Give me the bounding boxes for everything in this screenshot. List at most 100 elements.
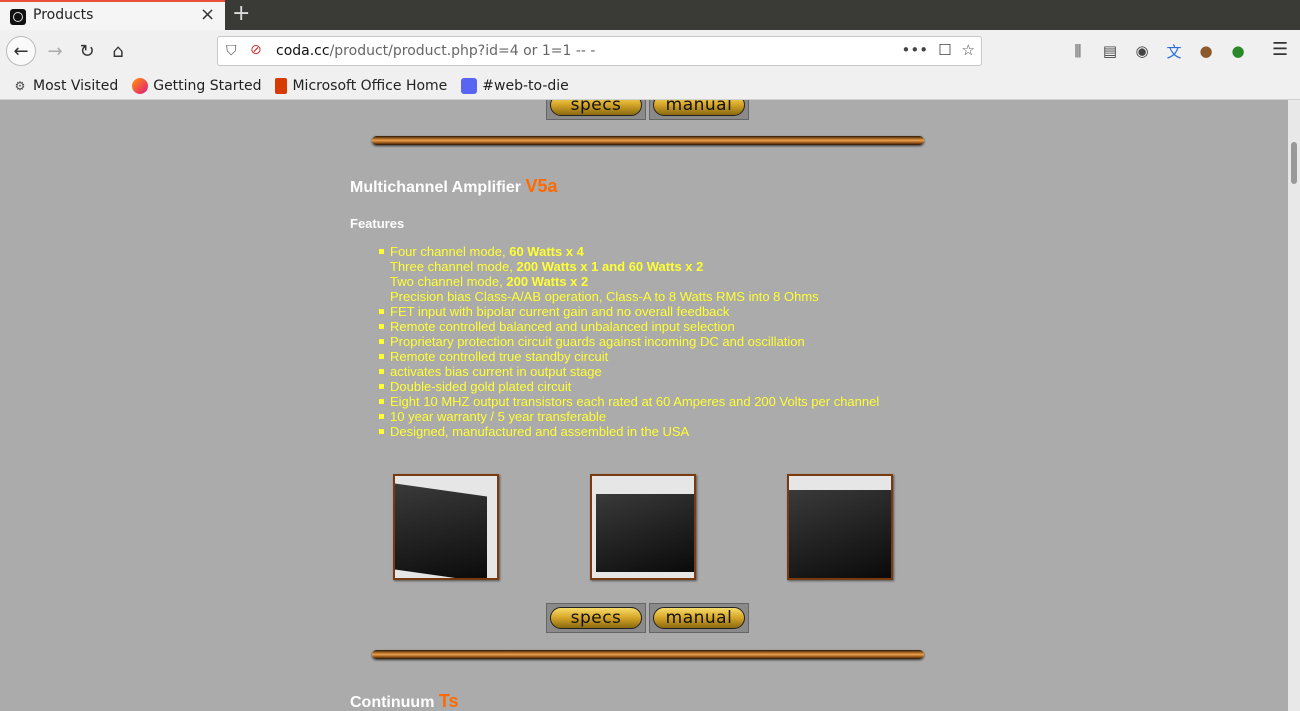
product-thumbnail-1[interactable] (393, 474, 499, 580)
specs-button[interactable]: specs (546, 603, 646, 633)
feature-text: Remote controlled balanced and unbalance… (390, 319, 735, 334)
sidebar-icon[interactable]: ▤ (1100, 41, 1120, 61)
specs-label: specs (550, 607, 642, 629)
tab-products[interactable]: Products × (0, 0, 225, 30)
arrow-left-icon: ← (13, 40, 29, 62)
reload-icon: ↻ (79, 40, 95, 62)
bookmark-web-to-die[interactable]: #web-to-die (461, 77, 569, 94)
url-host: coda.cc (276, 43, 330, 59)
pocket-icon[interactable]: ☐ (938, 41, 951, 59)
feature-text: Eight 10 MHZ output transistors each rat… (390, 394, 880, 409)
hamburger-menu-icon[interactable]: ☰ (1272, 39, 1288, 60)
amplifier-rear-image (596, 494, 694, 572)
bookmark-most-visited[interactable]: ⚙ Most Visited (12, 77, 119, 94)
scrollbar-thumb[interactable] (1291, 142, 1297, 184)
home-button[interactable]: ⌂ (103, 36, 133, 66)
feature-text: Designed, manufactured and assembled in … (390, 424, 690, 439)
shield-icon[interactable]: ⛉ (226, 43, 237, 59)
bookmarks-toolbar: ⚙ Most Visited Getting Started Microsoft… (0, 72, 1300, 100)
navigation-toolbar: ← → ↻ ⌂ ⛉ ⊘ coda.cc/product/product.php?… (0, 30, 1300, 72)
account-icon[interactable]: ◉ (1132, 41, 1152, 61)
url-actions: ••• ☐ ☆ (902, 41, 975, 59)
back-button[interactable]: ← (6, 36, 36, 66)
manual-label: manual (653, 100, 745, 116)
feature-text: Remote controlled true standby circuit (390, 349, 609, 364)
product-model: Ts (438, 691, 459, 711)
amplifier-front-image (789, 490, 891, 578)
cookie-icon[interactable]: ● (1196, 41, 1216, 61)
feature-text: Two channel mode, (390, 274, 507, 289)
product-thumbnail-2[interactable] (590, 474, 696, 580)
manual-button[interactable]: manual (649, 603, 749, 633)
bookmark-office-home[interactable]: Microsoft Office Home (275, 77, 448, 94)
bookmark-star-icon[interactable]: ☆ (962, 41, 975, 59)
tab-title: Products (33, 7, 94, 23)
feature-item: Two channel mode, 200 Watts x 2 (378, 274, 879, 289)
url-text[interactable]: coda.cc/product/product.php?id=4 or 1=1 … (276, 43, 595, 59)
feature-item: Precision bias Class-A/AB operation, Cla… (378, 289, 879, 304)
extension-shield-icon[interactable]: ● (1228, 41, 1248, 61)
feature-item: 10 year warranty / 5 year transferable (378, 409, 879, 424)
feature-item: FET input with bipolar current gain and … (378, 304, 879, 319)
features-heading: Features (350, 216, 405, 231)
feature-highlight: 200 Watts x 2 (506, 274, 589, 289)
new-tab-button[interactable]: + (232, 2, 250, 26)
divider-bar (372, 136, 924, 145)
product-name: Continuum (350, 694, 435, 711)
page-content: specs manual Multichannel Amplifier V5a … (0, 100, 1288, 711)
url-path: /product/product.php?id=4 or 1=1 -- - (329, 43, 596, 59)
feature-text: Four channel mode, (390, 244, 510, 259)
site-favicon-icon (10, 9, 26, 25)
arrow-right-icon: → (47, 40, 63, 62)
reload-button[interactable]: ↻ (72, 36, 102, 66)
feature-item: Three channel mode, 200 Watts x 1 and 60… (378, 259, 879, 274)
vertical-scrollbar[interactable] (1288, 100, 1300, 711)
insecure-lock-icon[interactable]: ⊘ (250, 42, 262, 58)
features-list: Four channel mode, 60 Watts x 4 Three cha… (378, 244, 879, 439)
forward-button[interactable]: → (40, 36, 70, 66)
tab-close-icon[interactable]: × (200, 6, 215, 24)
feature-text: Three channel mode, (390, 259, 517, 274)
manual-label: manual (653, 607, 745, 629)
feature-item: Four channel mode, 60 Watts x 4 (378, 244, 879, 259)
bookmark-label: Microsoft Office Home (292, 77, 448, 94)
feature-text: Double-sided gold plated circuit (390, 379, 572, 394)
feature-text: FET input with bipolar current gain and … (390, 304, 730, 319)
feature-item: activates bias current in output stage (378, 364, 879, 379)
office-icon (275, 77, 288, 94)
product-model: V5a (525, 176, 558, 196)
feature-text: 10 year warranty / 5 year transferable (390, 409, 607, 424)
page-actions-icon[interactable]: ••• (902, 41, 929, 59)
product-title-2: Continuum Ts (350, 691, 459, 711)
product-thumbnail-3[interactable] (787, 474, 893, 580)
bookmark-label: #web-to-die (482, 77, 569, 94)
feature-item: Remote controlled balanced and unbalance… (378, 319, 879, 334)
feature-item: Designed, manufactured and assembled in … (378, 424, 879, 439)
firefox-icon (132, 77, 149, 94)
product-name: Multichannel Amplifier (350, 179, 521, 196)
url-bar[interactable]: ⛉ ⊘ coda.cc/product/product.php?id=4 or … (217, 36, 982, 66)
feature-item: Double-sided gold plated circuit (378, 379, 879, 394)
feature-highlight: 200 Watts x 1 and 60 Watts x 2 (516, 259, 704, 274)
translate-icon[interactable]: 文 (1164, 41, 1184, 61)
bookmark-getting-started[interactable]: Getting Started (132, 77, 262, 94)
amplifier-image (395, 483, 487, 578)
home-icon: ⌂ (112, 40, 124, 62)
feature-item: Remote controlled true standby circuit (378, 349, 879, 364)
toolbar-extensions: ⫼ ▤ ◉ 文 ● ● (1068, 41, 1248, 61)
manual-button-top[interactable]: manual (649, 100, 749, 120)
feature-text: activates bias current in output stage (390, 364, 602, 379)
feature-highlight: 60 Watts x 4 (509, 244, 584, 259)
divider-bar (372, 650, 924, 659)
feature-item: Eight 10 MHZ output transistors each rat… (378, 394, 879, 409)
specs-button-top[interactable]: specs (546, 100, 646, 120)
bookmark-label: Getting Started (153, 77, 262, 94)
specs-label: specs (550, 100, 642, 116)
library-icon[interactable]: ⫼ (1068, 41, 1088, 61)
discord-icon (461, 77, 478, 94)
bookmark-label: Most Visited (33, 77, 119, 94)
tab-strip: Products × + (0, 0, 1300, 30)
gear-icon: ⚙ (14, 78, 26, 93)
feature-item: Proprietary protection circuit guards ag… (378, 334, 879, 349)
feature-text: Proprietary protection circuit guards ag… (390, 334, 805, 349)
